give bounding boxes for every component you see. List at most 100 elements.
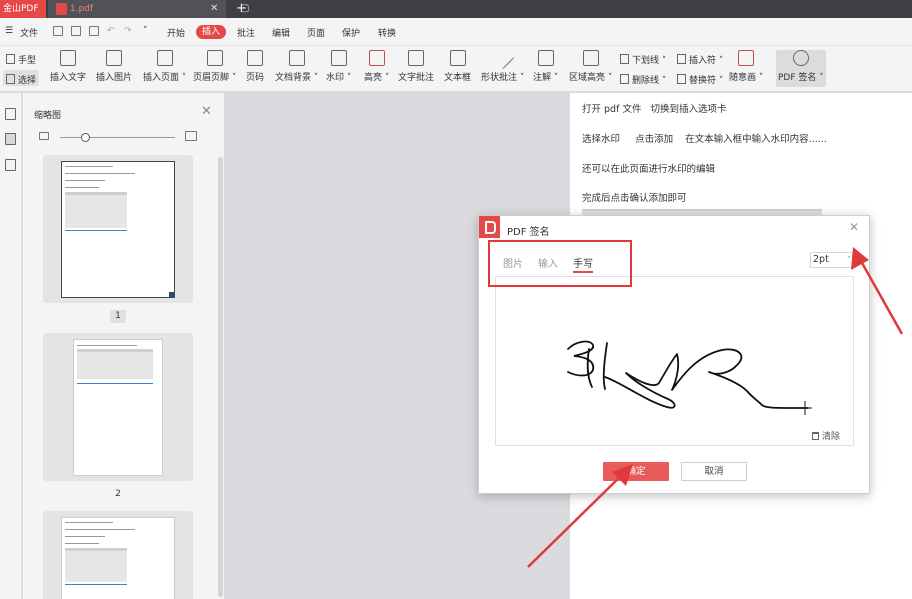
background-icon	[288, 50, 305, 66]
open-icon[interactable]	[53, 26, 63, 36]
textbox-label: 文本框	[444, 73, 472, 83]
insert-mark-icon	[677, 54, 686, 64]
undo-icon[interactable]: ↶	[107, 26, 115, 36]
area-highlight-icon	[582, 50, 599, 66]
doc-line-2: 选择水印 点击添加 在文本输入框中输入水印内容......	[582, 134, 827, 145]
strikethrough-label: 删除线 ˅	[632, 76, 667, 86]
freehand-label: 随意画 ˅	[729, 73, 764, 83]
tab-page[interactable]: 页面	[307, 26, 325, 39]
area-highlight-button[interactable]: 区域高亮 ˅	[569, 50, 612, 83]
new-tab-icon[interactable]: +	[236, 0, 247, 17]
thumbnail-icon[interactable]	[5, 133, 16, 145]
thumbnail-size-slider[interactable]	[60, 137, 175, 138]
select-tool[interactable]: 选择	[6, 73, 36, 86]
document-background-button[interactable]: 文档背景 ˅	[275, 50, 318, 83]
tab-annotate[interactable]: 批注	[237, 26, 255, 39]
dialog-title: PDF 签名	[507, 227, 550, 238]
text-annotation-label: 文字批注	[398, 73, 435, 83]
app-logo-icon	[479, 216, 500, 238]
insert-mark-label: 插入符 ˅	[689, 56, 724, 66]
app-name-tab[interactable]: 金山PDF	[0, 0, 46, 18]
strikethrough-icon	[620, 74, 629, 84]
text-annotation-button[interactable]: 文字批注	[398, 50, 434, 83]
left-sidebar-strip	[0, 93, 22, 599]
underline-button[interactable]: 下划线 ˅	[620, 53, 666, 66]
text-icon	[60, 50, 76, 66]
page-number-1: 1	[110, 310, 126, 323]
header-footer-label: 页眉页脚 ˅	[193, 73, 237, 83]
shape-annotation-label: 形状批注 ˅	[481, 73, 525, 83]
close-panel-icon[interactable]: ✕	[201, 104, 212, 119]
insert-page-label: 插入页面 ˅	[143, 73, 187, 83]
tab-start[interactable]: 开始	[167, 26, 185, 39]
highlight-button[interactable]: 高亮 ˅	[364, 50, 389, 83]
image-icon	[106, 50, 122, 66]
watermark-button[interactable]: 水印 ˅	[326, 50, 351, 83]
document-background-label: 文档背景 ˅	[275, 73, 319, 83]
note-label: 注解 ˅	[533, 73, 559, 83]
page-thumbnail-1[interactable]	[43, 155, 193, 303]
freehand-button[interactable]: 随意画 ˅	[729, 50, 763, 83]
redo-icon[interactable]: ↷	[124, 26, 132, 36]
textbox-button[interactable]: 文本框	[444, 50, 471, 83]
tab-protect[interactable]: 保护	[342, 26, 360, 39]
page-thumbnail-2[interactable]	[43, 333, 193, 481]
replace-mark-button[interactable]: 替换符 ˅	[677, 73, 723, 86]
quick-access-dropdown-icon[interactable]: ˅	[143, 26, 148, 36]
page-preview	[61, 161, 175, 298]
crosshair-cursor-icon	[798, 401, 812, 415]
confirm-button[interactable]: 确定	[603, 462, 669, 481]
slider-handle[interactable]	[81, 133, 90, 142]
hamburger-menu-icon[interactable]: ☰	[5, 26, 13, 36]
document-tab[interactable]: 1.pdf ▢ ✕	[48, 0, 249, 18]
print-icon[interactable]	[89, 26, 99, 36]
note-button[interactable]: 注解 ˅	[533, 50, 558, 83]
hand-tool-label: 手型	[18, 56, 37, 66]
pdf-sign-button[interactable]: PDF 签名 ˅	[778, 50, 824, 83]
page-preview	[61, 517, 175, 599]
insert-text-button[interactable]: 插入文字	[50, 50, 86, 83]
file-menu[interactable]: 文件	[20, 26, 38, 39]
menu-bar: ☰ 文件 ↶ ↷ ˅ 开始 插入 批注 编辑 页面 保护 转换	[0, 18, 912, 46]
pen-size-select[interactable]: 2pt ˅	[810, 252, 854, 268]
zoom-out-image-icon[interactable]	[39, 132, 49, 140]
insert-mark-button[interactable]: 插入符 ˅	[677, 53, 723, 66]
watermark-label: 水印 ˅	[326, 73, 352, 83]
clear-button[interactable]: 清除	[812, 429, 840, 442]
clear-label: 清除	[822, 432, 841, 442]
thumbnail-scrollbar[interactable]	[218, 157, 223, 597]
save-icon[interactable]	[71, 26, 81, 36]
replace-mark-icon	[677, 74, 686, 84]
cursor-icon	[6, 74, 15, 84]
page-thumbnail-3[interactable]	[43, 511, 193, 599]
line-icon	[491, 46, 515, 70]
bookmark-icon[interactable]	[5, 108, 16, 120]
page-number-icon	[247, 50, 263, 66]
tab-insert[interactable]: 插入	[196, 25, 226, 39]
tab-edit[interactable]: 编辑	[272, 26, 290, 39]
insert-image-button[interactable]: 插入图片	[96, 50, 132, 83]
zoom-in-image-icon[interactable]	[185, 131, 197, 141]
page-number-label: 页码	[246, 73, 265, 83]
text-annotation-icon	[408, 50, 424, 66]
close-tab-icon[interactable]: ✕	[210, 0, 218, 18]
hand-tool[interactable]: 手型	[6, 53, 36, 66]
tab-convert[interactable]: 转换	[378, 26, 396, 39]
thumbnail-panel: 缩略图 ✕ 1 2	[23, 93, 225, 599]
doc-line-4: 完成后点击确认添加即可	[582, 193, 687, 204]
cancel-button[interactable]: 取消	[681, 462, 747, 481]
header-footer-button[interactable]: 页眉页脚 ˅	[193, 50, 236, 83]
handwritten-signature	[567, 340, 812, 415]
replace-mark-label: 替换符 ˅	[689, 76, 724, 86]
signature-canvas[interactable]: 清除	[495, 276, 854, 446]
dialog-close-icon[interactable]: ✕	[849, 220, 859, 234]
insert-page-button[interactable]: 插入页面 ˅	[143, 50, 186, 83]
page-preview	[73, 339, 163, 476]
ribbon-toolbar: 手型 选择 插入文字 插入图片 插入页面 ˅ 页眉页脚 ˅ 页码 文档背景 ˅ …	[0, 46, 912, 92]
note-icon	[537, 50, 554, 66]
watermark-icon	[330, 50, 347, 66]
strikethrough-button[interactable]: 删除线 ˅	[620, 73, 666, 86]
signature-panel-icon[interactable]	[5, 159, 16, 171]
shape-annotation-button[interactable]: 形状批注 ˅	[481, 46, 525, 83]
page-number-button[interactable]: 页码	[246, 50, 264, 83]
